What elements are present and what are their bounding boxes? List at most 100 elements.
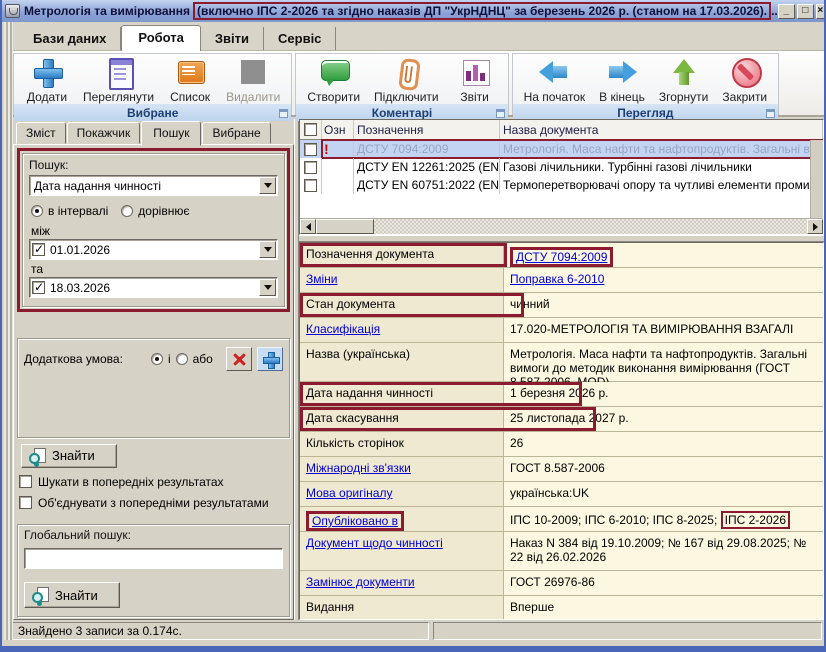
extra-condition-groupbox: Додаткова умова: і або xyxy=(17,338,290,438)
global-find-button[interactable]: Знайти xyxy=(24,582,120,608)
doc-row[interactable]: ДСТУ EN 12261:2025 (EN Газові лічильники… xyxy=(300,158,823,176)
radio-or-label: або xyxy=(193,352,213,366)
chevron-down-icon[interactable] xyxy=(259,279,276,296)
published-in-link[interactable]: Опубліковано в xyxy=(306,511,404,531)
chevron-down-icon[interactable] xyxy=(259,177,276,194)
detail-row: Назва (українська) Метрологія. Маса нафт… xyxy=(300,343,823,382)
tab-favorites[interactable]: Вибране xyxy=(202,122,270,144)
row-checkbox[interactable] xyxy=(304,161,317,174)
add-condition-button[interactable] xyxy=(257,347,283,371)
status-results: Знайдено 3 записи за 0.174с. xyxy=(11,622,429,640)
column-header-name[interactable]: Назва документа xyxy=(500,120,823,139)
view-button[interactable]: Переглянути xyxy=(76,55,161,104)
radio-equals[interactable] xyxy=(121,205,133,217)
date-from-value: 01.01.2026 xyxy=(45,243,258,257)
window-title-annotated: (включно ІПС 2-2026 та згідно наказів ДП… xyxy=(193,2,771,20)
group-expand-icon[interactable] xyxy=(766,109,775,118)
doc-row[interactable]: ! ДСТУ 7094:2009 Метрологія. Маса нафти … xyxy=(300,140,823,158)
detail-row: Міжнародні зв'язки ГОСТ 8.587-2006 xyxy=(300,457,823,482)
create-comment-button[interactable]: Створити xyxy=(300,55,367,104)
radio-equals-label: дорівнює xyxy=(138,204,189,218)
status-secondary xyxy=(433,622,822,640)
arrow-left-icon xyxy=(536,56,572,89)
app-icon xyxy=(5,4,20,18)
scrollbar-thumb[interactable] xyxy=(316,219,374,234)
radio-or[interactable] xyxy=(176,353,188,365)
search-doc-icon xyxy=(32,587,48,603)
group-expand-icon[interactable] xyxy=(496,109,505,118)
date-to-combobox[interactable]: 18.03.2026 xyxy=(29,277,278,298)
menu-tab-work[interactable]: Робота xyxy=(121,25,201,51)
reports-button[interactable]: Звіти xyxy=(446,55,504,104)
find-button[interactable]: Знайти xyxy=(21,444,117,468)
detail-row: Кількість сторінок 26 xyxy=(300,432,823,457)
scroll-right-icon[interactable] xyxy=(807,219,823,234)
ribbon-group-favorites: Додати Переглянути Список Видалити xyxy=(13,53,292,115)
select-all-checkbox[interactable] xyxy=(304,123,317,136)
designation-link[interactable]: ДСТУ 7094:2009 xyxy=(510,247,613,267)
doc-row[interactable]: ДСТУ EN 60751:2022 (EN Термоперетворювач… xyxy=(300,176,823,194)
view-notepad-icon xyxy=(101,56,137,89)
horizontal-splitter[interactable] xyxy=(299,235,824,242)
detail-row: Зміни Поправка 6-2010 xyxy=(300,268,823,293)
search-annotation-box: Пошук: Дата надання чинності в інтервалі… xyxy=(17,148,290,312)
row-checkbox[interactable] xyxy=(304,143,317,156)
tab-search[interactable]: Пошук xyxy=(141,121,201,146)
add-plus-icon xyxy=(29,56,65,89)
minimize-button[interactable]: _ xyxy=(778,4,795,19)
tab-index[interactable]: Покажчик xyxy=(67,122,141,144)
scroll-left-icon[interactable] xyxy=(300,219,316,234)
detail-row: Класифікація 17.020-МЕТРОЛОГІЯ ТА ВИМІРЮ… xyxy=(300,318,823,343)
delete-icon xyxy=(235,56,271,89)
merge-with-previous-checkbox[interactable] xyxy=(19,496,32,509)
attach-button[interactable]: Підключити xyxy=(367,55,446,104)
maximize-button[interactable]: □ xyxy=(797,4,814,19)
remove-condition-button[interactable] xyxy=(226,347,252,371)
amendment-link[interactable]: Поправка 6-2010 xyxy=(510,272,604,286)
global-search-input[interactable] xyxy=(24,548,283,569)
date-from-combobox[interactable]: 01.01.2026 xyxy=(29,239,278,260)
bar-chart-icon xyxy=(457,56,493,89)
window-edge-texture xyxy=(4,22,13,640)
international-relations-link[interactable]: Міжнародні зв'язки xyxy=(306,461,411,475)
close-view-button[interactable]: Закрити xyxy=(715,55,774,104)
search-in-previous-checkbox[interactable] xyxy=(19,475,32,488)
date-to-checkbox[interactable] xyxy=(32,281,45,294)
menu-tab-service[interactable]: Сервіс xyxy=(264,27,336,50)
list-button[interactable]: Список xyxy=(161,55,219,104)
search-field-combobox[interactable]: Дата надання чинності xyxy=(29,175,278,196)
add-button[interactable]: Додати xyxy=(18,55,76,104)
menu-tab-databases[interactable]: Бази даних xyxy=(19,27,121,50)
replaces-documents-link[interactable]: Замінює документи xyxy=(306,575,415,589)
merge-with-previous-label: Об'єднувати з попередніми результатами xyxy=(38,496,269,510)
group-expand-icon[interactable] xyxy=(279,109,288,118)
vertical-scrollbar[interactable] xyxy=(810,140,823,218)
list-icon xyxy=(172,56,208,89)
search-groupbox: Пошук: Дата надання чинності в інтервалі… xyxy=(22,153,285,307)
arrow-right-icon xyxy=(604,56,640,89)
go-last-button[interactable]: В кінець xyxy=(592,55,652,104)
sidebar-tabs: Зміст Покажчик Пошук Вибране xyxy=(13,119,294,144)
row-checkbox[interactable] xyxy=(304,179,317,192)
menu-tab-reports[interactable]: Звіти xyxy=(201,27,264,50)
search-field-value: Дата надання чинності xyxy=(30,179,258,193)
tab-contents[interactable]: Зміст xyxy=(16,122,66,144)
paperclip-icon xyxy=(388,56,424,89)
close-button[interactable]: × xyxy=(816,4,824,19)
original-language-link[interactable]: Мова оригіналу xyxy=(306,486,392,500)
validity-document-link[interactable]: Документ щодо чинності xyxy=(306,536,443,550)
classification-link[interactable]: Класифікація xyxy=(306,322,380,336)
detail-row: Видання Вперше xyxy=(300,596,823,620)
column-header-designation[interactable]: Позначення xyxy=(354,120,500,139)
collapse-button[interactable]: Згорнути xyxy=(652,55,716,104)
radio-and[interactable] xyxy=(151,353,163,365)
window-title-suffix: .. xyxy=(771,4,778,18)
go-first-button[interactable]: На початок xyxy=(517,55,593,104)
radio-interval[interactable] xyxy=(31,205,43,217)
horizontal-scrollbar[interactable] xyxy=(300,218,823,234)
changes-link[interactable]: Зміни xyxy=(306,272,338,286)
date-from-checkbox[interactable] xyxy=(32,243,45,256)
ribbon-toolbar: Додати Переглянути Список Видалити xyxy=(11,51,824,117)
chevron-down-icon[interactable] xyxy=(259,241,276,258)
column-header-mark[interactable]: Озн xyxy=(322,120,354,139)
